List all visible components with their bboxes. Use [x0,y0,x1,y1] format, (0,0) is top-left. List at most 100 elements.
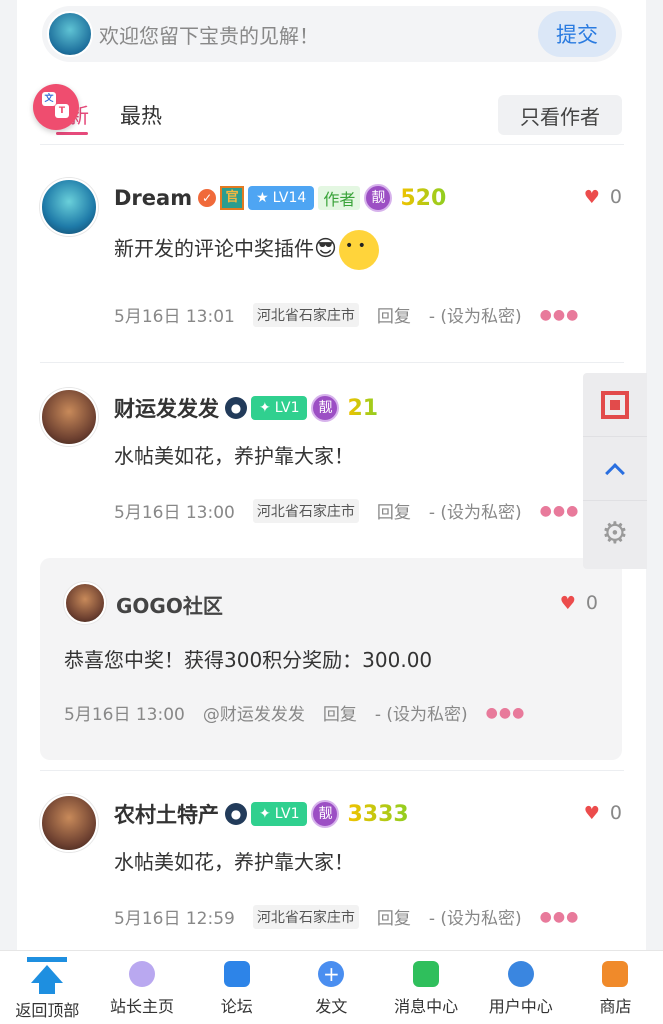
sparkle-icon: ✦ [259,806,271,822]
like-button[interactable]: ♥ 0 [560,592,598,614]
level-label: LV1 [274,400,300,416]
comment-content: 水帖美如花，养护靠大家！ [114,850,354,874]
nav-label: 用户中心 [488,997,553,1016]
comment-location: 河北省石家庄市 [252,904,359,929]
nav-shop[interactable]: 商店 [568,951,663,1024]
bottom-nav: 返回顶部 站长主页 论坛 + 发文 消息中心 用户中心 商店 [0,950,663,1024]
level-badge: ★ LV14 [248,186,315,210]
comment-input[interactable]: 欢迎您留下宝贵的见解！ [99,20,538,49]
submit-button[interactable]: 提交 [538,11,616,57]
chevron-up-icon [605,462,625,483]
qr-code-icon [601,390,629,419]
comment-time: 5月16日 13:01 [114,307,235,327]
comment-time: 5月16日 13:00 [114,503,235,523]
comment-author[interactable]: 财运发发发 [114,393,219,423]
message-icon [413,961,440,987]
reply-time: 5月16日 13:00 [64,705,185,725]
nav-label: 论坛 [220,997,253,1016]
nav-label: 发文 [315,997,348,1016]
comment-text: 新开发的评论中奖插件 [114,236,314,261]
level-label: LV14 [272,190,307,206]
scroll-top-button[interactable] [583,437,647,501]
pretty-number: 520 [400,185,447,211]
like-button[interactable]: ♥ 0 [584,186,622,208]
nav-messages[interactable]: 消息中心 [379,951,474,1024]
comment-item: Dream ✓ 官 ★ LV14 作者 靓 520 ♥ 0 新开发的评论中奖插件😎… [40,178,624,338]
set-private-button[interactable]: - (设为私密) [429,498,522,523]
reply-content: 恭喜您中奖！获得300积分奖励：300.00 [64,648,433,672]
pretty-number: 3333 [347,801,409,827]
pretty-number-badge: 靓 [311,394,340,422]
star-icon: ★ [256,190,269,206]
comment-meta: 5月16日 13:01 河北省石家庄市 回复 - (设为私密) ●●● [114,302,579,327]
reply-meta: 5月16日 13:00 @财运发发发 回复 - (设为私密) ●●● [64,700,526,726]
post-icon: + [318,961,345,987]
comment-time: 5月16日 12:59 [114,909,235,929]
set-private-button[interactable]: - (设为私密) [429,904,522,929]
reply-button[interactable]: 回复 [377,498,411,523]
reply-button[interactable]: 回复 [377,904,411,929]
set-private-button[interactable]: - (设为私密) [429,302,522,327]
user-icon [507,961,534,987]
translate-icon: 文 [42,92,56,106]
reply-mention[interactable]: @财运发发发 [203,700,305,725]
tab-hot[interactable]: 最热 [120,100,162,130]
comment-composer[interactable]: 欢迎您留下宝贵的见解！ 提交 [42,6,622,62]
comment-item: 农村土特产 ● ✦ LV1 靓 3333 ♥ 0 水帖美如花，养护靠大家！ 5月1… [40,794,624,934]
like-count: 0 [585,592,598,614]
heart-icon: ♥ [583,186,600,208]
author-tag: 作者 [318,186,361,210]
settings-button[interactable]: ⚙ [583,501,647,565]
like-button[interactable]: ♥ 0 [584,802,622,824]
nav-user-center[interactable]: 用户中心 [473,951,568,1024]
translate-button[interactable]: 文 T [33,84,79,130]
divider [40,144,624,145]
pretty-number-badge: 靓 [311,800,340,828]
qr-code-button[interactable] [583,373,647,437]
forum-icon [223,961,250,987]
tab-indicator [56,132,88,135]
level-badge: ✦ LV1 [251,802,308,826]
reply-button[interactable]: 回复 [377,302,411,327]
side-toolbar: ⚙ [583,373,647,569]
more-icon[interactable]: ●●● [540,909,580,925]
heart-icon: ♥ [583,802,600,824]
like-count: 0 [609,186,622,208]
nav-back-to-top[interactable]: 返回顶部 [0,951,95,1024]
pretty-number: 21 [347,395,379,421]
heart-icon: ♥ [559,592,576,614]
reply-button[interactable]: 回复 [323,700,357,725]
comment-content: 新开发的评论中奖插件😎 [114,230,379,270]
more-icon[interactable]: ●●● [540,307,580,323]
comment-author[interactable]: 农村土特产 [114,799,219,829]
nav-forum[interactable]: 论坛 [189,951,284,1024]
divider [40,770,624,771]
nav-label: 商店 [599,997,632,1016]
more-icon[interactable]: ●●● [540,503,580,519]
surprised-emoji-icon [338,230,379,270]
avatar[interactable] [64,582,106,624]
official-badge-icon: 官 [220,186,245,210]
nav-label: 消息中心 [394,997,459,1016]
comment-location: 河北省石家庄市 [252,302,359,327]
level-badge: ✦ LV1 [251,396,308,420]
more-icon[interactable]: ●●● [486,705,526,721]
comment-tabs: 新 最热 只看作者 [40,90,624,140]
level-label: LV1 [274,806,300,822]
divider [40,362,624,363]
only-author-button[interactable]: 只看作者 [498,95,622,135]
comment-meta: 5月16日 12:59 河北省石家庄市 回复 - (设为私密) ●●● [114,904,579,929]
user-shield-icon: ● [225,803,247,825]
nav-webmaster[interactable]: 站长主页 [95,951,190,1024]
nav-post[interactable]: + 发文 [284,951,379,1024]
back-to-top-icon [27,955,68,995]
reply-author[interactable]: GOGO社区 [116,590,223,619]
avatar[interactable] [40,178,98,236]
avatar[interactable] [40,794,98,852]
comment-meta: 5月16日 13:00 河北省石家庄市 回复 - (设为私密) ●●● [114,498,579,523]
reply-item: GOGO社区 ♥ 0 恭喜您中奖！获得300积分奖励：300.00 5月16日 … [40,558,622,760]
shop-icon [602,961,629,987]
avatar[interactable] [40,388,98,446]
comment-author[interactable]: Dream [114,186,192,210]
set-private-button[interactable]: - (设为私密) [375,700,468,725]
